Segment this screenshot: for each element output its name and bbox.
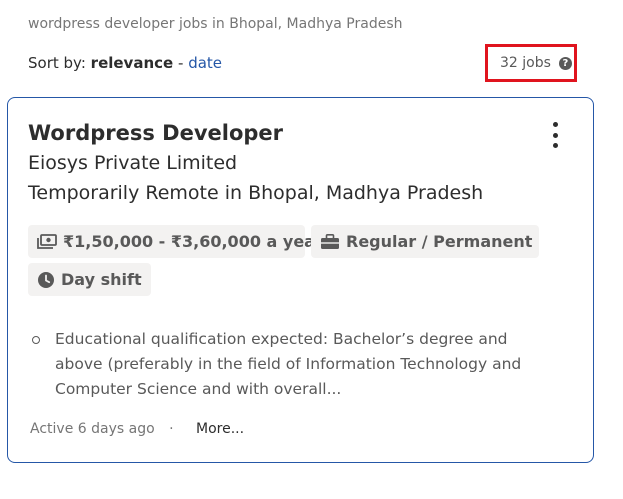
job-location: Temporarily Remote in Bhopal, Madhya Pra…: [28, 182, 484, 204]
job-type-chip: Regular / Permanent: [311, 225, 539, 258]
kebab-menu-icon[interactable]: [546, 122, 564, 148]
sort-label: Sort by:: [28, 54, 86, 72]
salary-chip: ₹1,50,000 - ₹3,60,000 a year: [28, 225, 323, 258]
company-name: Eiosys Private Limited: [28, 152, 238, 174]
more-link[interactable]: More...: [196, 421, 244, 437]
job-card[interactable]: Wordpress Developer Eiosys Private Limit…: [7, 97, 594, 463]
sort-separator: -: [177, 54, 184, 72]
snippet-line: Computer Science and with overall...: [55, 380, 342, 398]
job-count-text: 32 jobs: [500, 55, 551, 71]
bullet-icon: [32, 336, 40, 344]
job-type-label: Regular / Permanent: [346, 232, 533, 251]
shift-chip: Day shift: [28, 263, 151, 296]
clock-icon: [37, 271, 55, 289]
briefcase-icon: [320, 233, 340, 250]
breadcrumb: wordpress developer jobs in Bhopal, Madh…: [28, 16, 403, 32]
snippet-line: above (preferably in the field of Inform…: [55, 355, 522, 373]
job-count: 32 jobs ?: [485, 44, 577, 82]
sort-option-relevance: relevance: [90, 54, 174, 72]
question-circle-icon[interactable]: ?: [558, 56, 572, 70]
posted-date: Active 6 days ago: [30, 421, 155, 437]
job-title[interactable]: Wordpress Developer: [28, 121, 283, 145]
job-footer: Active 6 days ago · More...: [30, 421, 244, 437]
salary-label: ₹1,50,000 - ₹3,60,000 a year: [63, 232, 323, 251]
money-icon: [37, 233, 57, 250]
shift-label: Day shift: [61, 270, 142, 289]
sort-bar: Sort by: relevance - date: [28, 54, 222, 72]
sort-option-date-link[interactable]: date: [188, 54, 222, 72]
snippet-line: Educational qualification expected: Bach…: [55, 330, 508, 348]
footer-separator: ·: [169, 421, 174, 437]
